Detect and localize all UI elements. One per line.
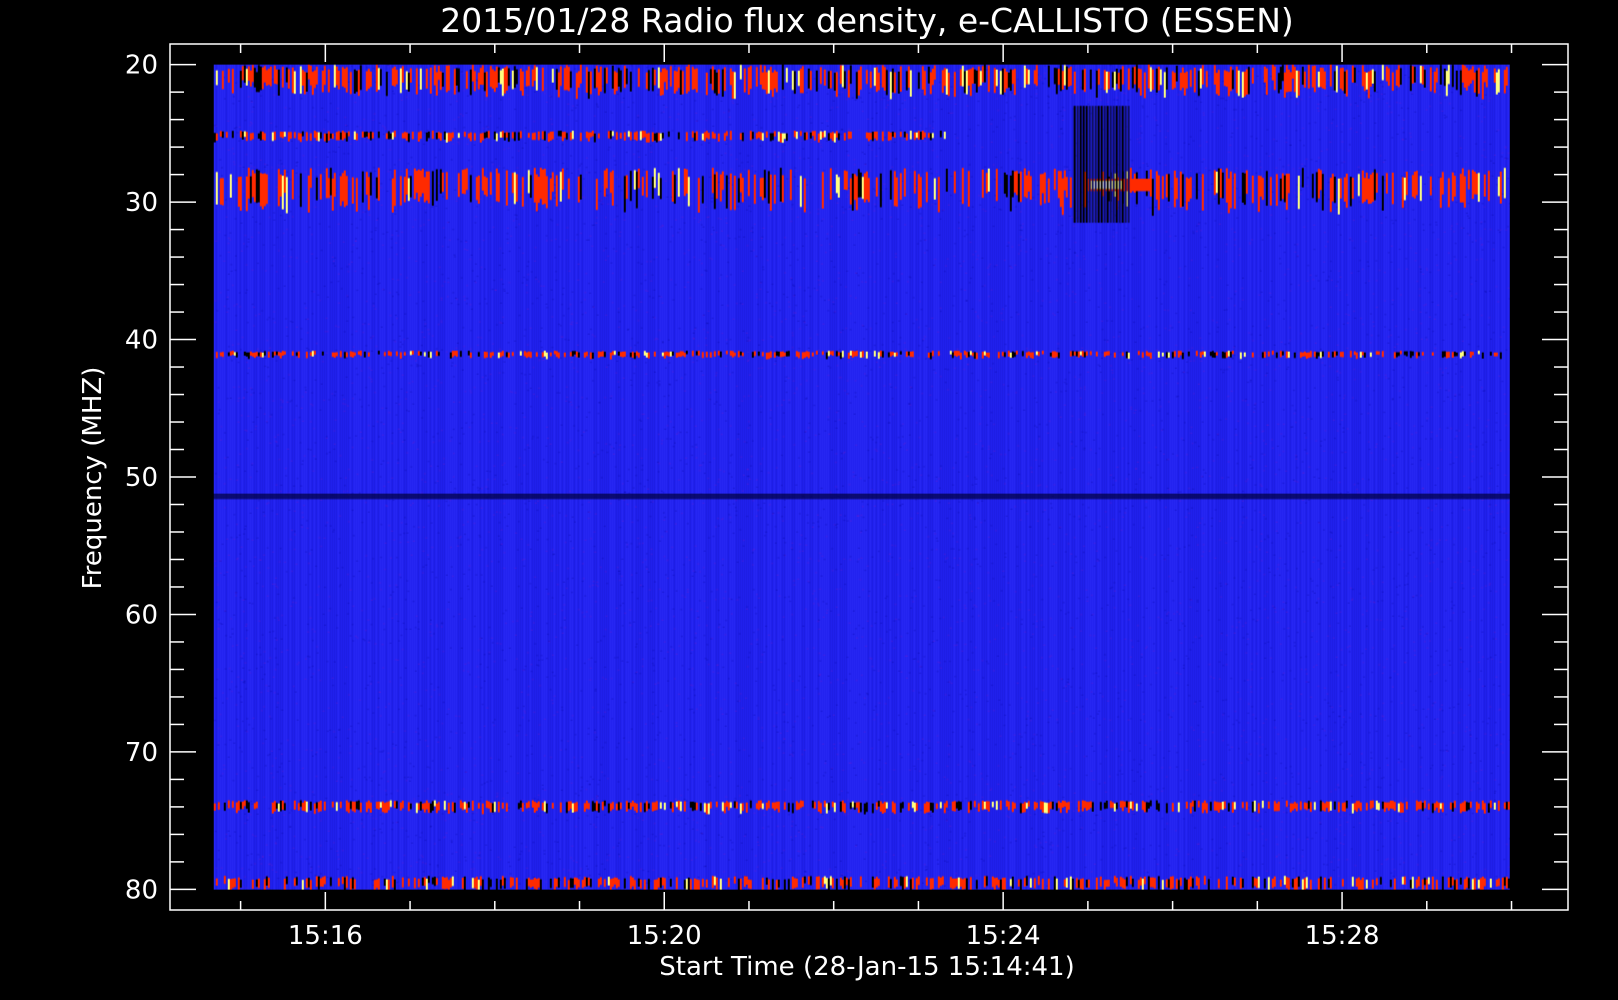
spectrogram-chart: 2015/01/28 Radio flux density, e-CALLIST… bbox=[0, 0, 1618, 1000]
y-tick-label: 30 bbox=[125, 188, 158, 218]
x-tick-label: 15:24 bbox=[966, 921, 1041, 951]
y-axis-label: Frequency (MHZ) bbox=[78, 367, 108, 590]
y-tick-label: 20 bbox=[125, 51, 158, 81]
spectrogram-heatmap bbox=[213, 64, 1510, 890]
y-tick-label: 70 bbox=[125, 738, 158, 768]
y-tick-label: 40 bbox=[125, 326, 158, 356]
x-tick-label: 15:16 bbox=[288, 921, 363, 951]
y-tick-label: 60 bbox=[125, 600, 158, 630]
x-axis-label: Start Time (28-Jan-15 15:14:41) bbox=[659, 952, 1074, 982]
y-tick-label: 80 bbox=[125, 875, 158, 905]
chart-title: 2015/01/28 Radio flux density, e-CALLIST… bbox=[440, 1, 1294, 40]
x-tick-label: 15:20 bbox=[627, 921, 702, 951]
y-tick-label: 50 bbox=[125, 463, 158, 493]
x-tick-label: 15:28 bbox=[1305, 921, 1380, 951]
